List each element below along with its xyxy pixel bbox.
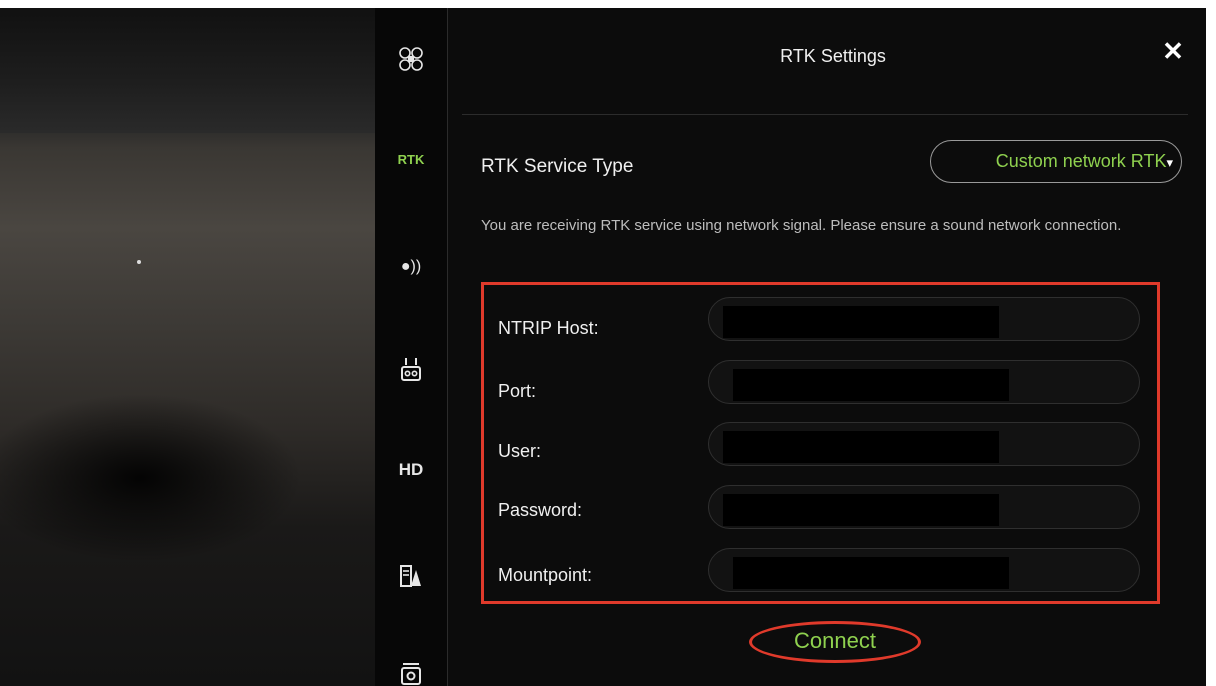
user-input[interactable] xyxy=(708,422,1140,466)
port-label: Port: xyxy=(498,381,537,401)
port-input[interactable] xyxy=(708,360,1140,404)
rtk-tab-label: RTK xyxy=(397,152,425,167)
password-input[interactable] xyxy=(708,485,1140,529)
flight-assist-icon xyxy=(399,565,423,592)
settings-icon-rail: RTK ●)) HD xyxy=(375,8,448,686)
page-title: RTK Settings xyxy=(780,46,886,66)
remote-controller-settings-tab[interactable] xyxy=(375,356,447,387)
rtk-service-type-dropdown[interactable]: Custom network RTK▾ xyxy=(930,140,1182,183)
drone-icon xyxy=(398,47,424,76)
rtk-service-type-value: Custom network RTK xyxy=(995,151,1167,171)
hd-tab-label: HD xyxy=(398,460,424,479)
ntrip-host-label: NTRIP Host: xyxy=(498,318,599,338)
camera-light-dot xyxy=(137,260,141,264)
drone-settings-tab[interactable] xyxy=(375,46,447,77)
user-label: User: xyxy=(498,441,542,461)
redacted-value xyxy=(723,494,999,526)
redacted-value xyxy=(723,431,999,463)
redacted-value xyxy=(733,557,1009,589)
connect-button[interactable]: Connect xyxy=(749,621,921,663)
camera-settings-tab[interactable] xyxy=(375,662,447,686)
title-divider xyxy=(462,114,1188,115)
camera-feed xyxy=(0,8,375,686)
close-icon[interactable]: ✕ xyxy=(1160,38,1186,64)
rtk-settings-tab[interactable]: RTK xyxy=(375,152,447,167)
mountpoint-label: Mountpoint: xyxy=(498,565,593,585)
caret-down-icon: ▾ xyxy=(1166,155,1173,170)
camera-icon xyxy=(400,663,422,686)
redacted-value xyxy=(723,306,999,338)
mountpoint-input[interactable] xyxy=(708,548,1140,592)
ntrip-host-input[interactable] xyxy=(708,297,1140,341)
network-notice: You are receiving RTK service using netw… xyxy=(481,217,1122,234)
signal-icon: ●)) xyxy=(400,258,422,275)
redacted-value xyxy=(733,369,1009,401)
app-screen: RTK ●)) HD RTK Settings ✕ RTK Service Ty… xyxy=(0,8,1206,686)
flight-assist-tab[interactable] xyxy=(375,564,447,593)
rtk-settings-panel: RTK Settings ✕ RTK Service Type Custom n… xyxy=(448,8,1206,686)
password-label: Password: xyxy=(498,500,583,520)
camera-horizon xyxy=(0,8,375,133)
hd-transmission-tab[interactable]: HD xyxy=(375,460,447,480)
signal-settings-tab[interactable]: ●)) xyxy=(375,258,447,276)
rtk-service-type-label: RTK Service Type xyxy=(481,156,634,177)
remote-controller-icon xyxy=(400,358,422,386)
